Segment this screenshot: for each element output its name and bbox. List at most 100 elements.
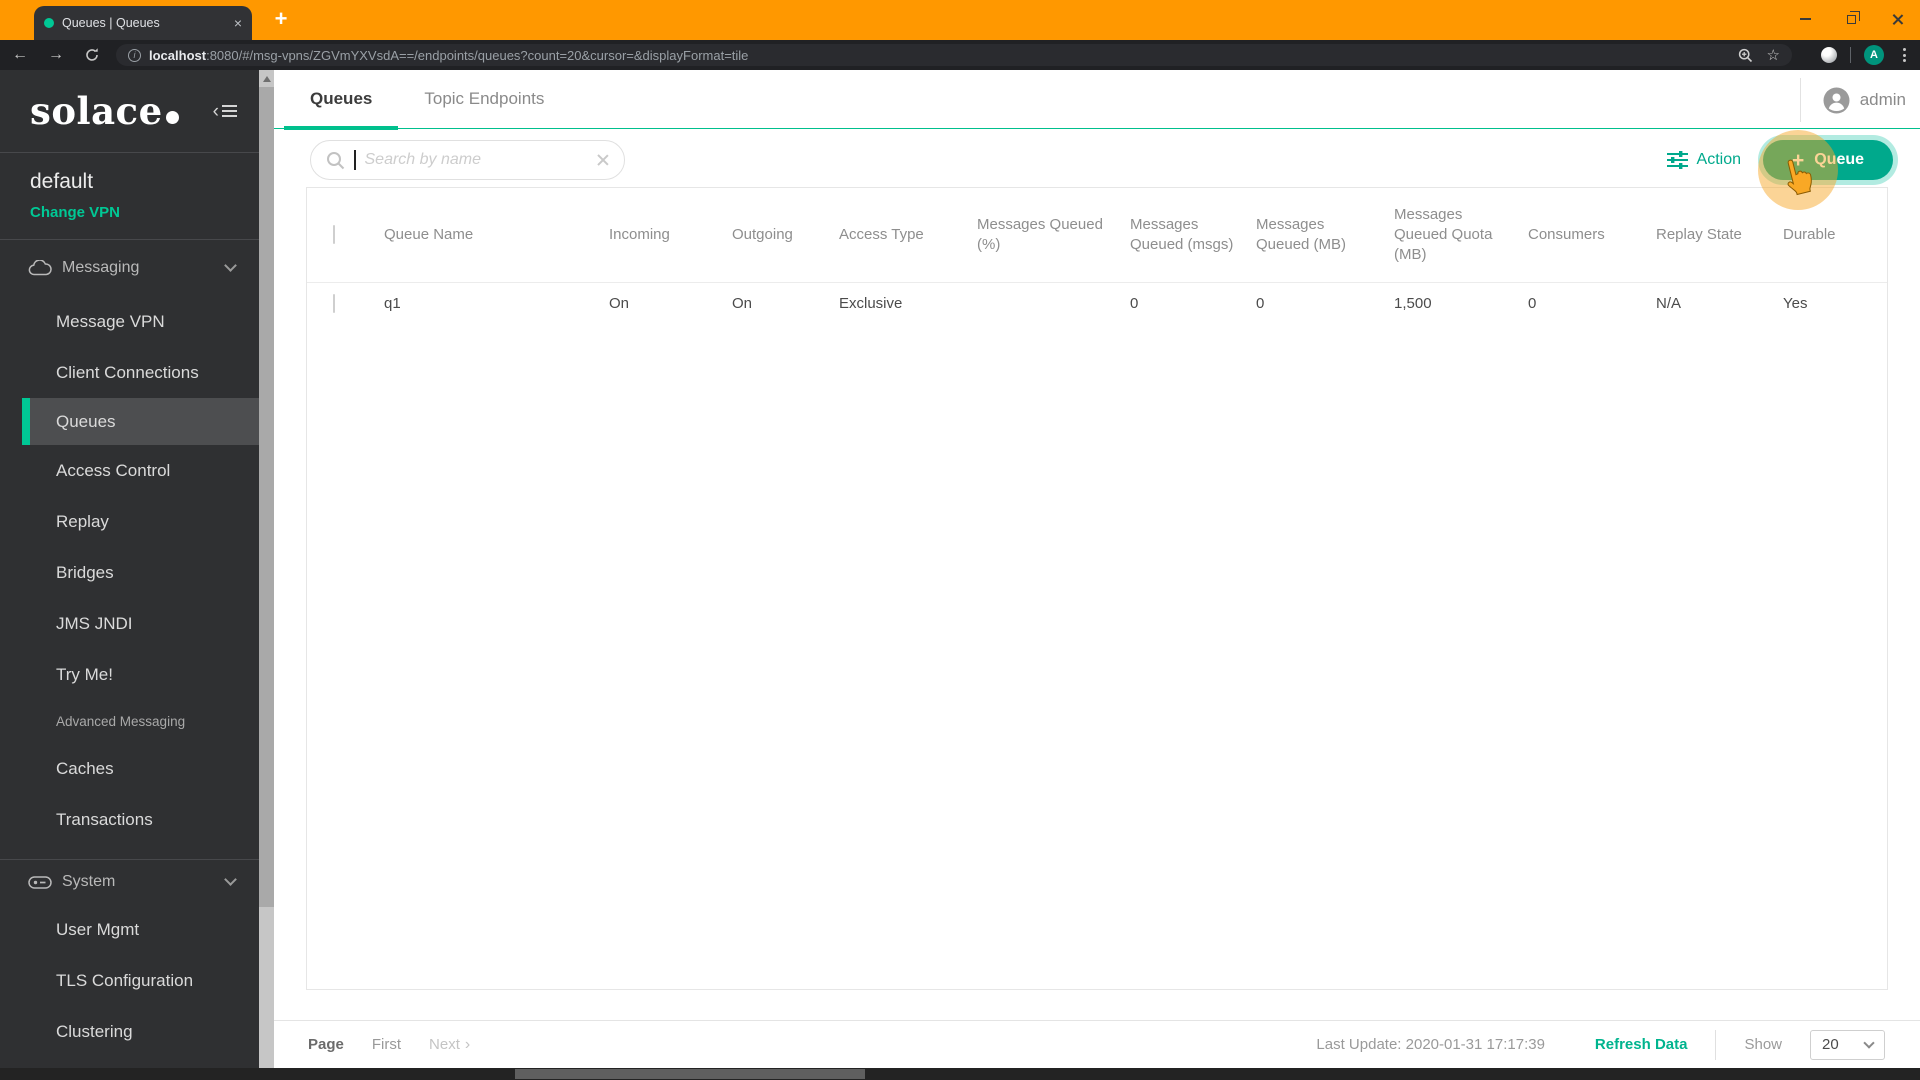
sidebar-item-replay[interactable]: Replay [0, 496, 259, 547]
url-text[interactable]: localhost:8080/#/msg-vpns/ZGVmYXVsdA==/e… [149, 48, 1730, 63]
change-vpn-link[interactable]: Change VPN [30, 204, 235, 221]
chevron-down-icon [224, 873, 237, 886]
col-access-type: Access Type [839, 225, 924, 243]
sidebar-item-transactions[interactable]: Transactions [0, 794, 259, 845]
tab-queues[interactable]: Queues [284, 70, 399, 130]
tab-topic-endpoints[interactable]: Topic Endpoints [398, 70, 570, 128]
col-durable: Durable [1783, 225, 1836, 243]
search-input[interactable] [364, 151, 586, 169]
window-controls [1782, 0, 1920, 38]
first-page-button[interactable]: First [372, 1036, 401, 1053]
sidebar-item-client-connections[interactable]: Client Connections [0, 347, 259, 398]
page-size-select[interactable]: 20 [1810, 1029, 1885, 1060]
sidebar-item-message-vpn[interactable]: Message VPN [0, 296, 259, 347]
app-page: solace ‹ default Change VPN Messaging Me… [0, 70, 1920, 1080]
browser-tabstrip: Queues | Queues × + [0, 0, 1920, 40]
search-icon [327, 151, 345, 169]
browser-menu-icon[interactable] [1897, 48, 1912, 62]
bookmark-star-icon[interactable]: ☆ [1767, 46, 1780, 64]
favicon-icon [44, 18, 54, 28]
close-button[interactable] [1874, 0, 1920, 38]
user-menu[interactable]: admin [1799, 78, 1920, 122]
row-checkbox[interactable] [333, 293, 335, 313]
close-icon [1891, 13, 1904, 26]
sidebar: solace ‹ default Change VPN Messaging Me… [0, 70, 259, 1080]
main-content: Queues Topic Endpoints admin Search by n… [274, 70, 1920, 1080]
sidebar-item-queues[interactable]: Queues [22, 398, 259, 445]
cell-durable: Yes [1783, 294, 1808, 312]
scrollbar-thumb[interactable] [259, 87, 274, 907]
browser-avatar[interactable]: A [1864, 45, 1884, 65]
logo-row: solace ‹ [0, 70, 259, 152]
page-size-value: 20 [1822, 1036, 1839, 1053]
back-icon[interactable]: ← [12, 46, 28, 64]
actions-row: Action + Queue [306, 140, 1893, 180]
sidebar-item-jms-jndi[interactable]: JMS JNDI [0, 598, 259, 649]
browser-tab-title: Queues | Queues [62, 16, 160, 30]
vpn-block: default Change VPN [0, 153, 259, 239]
horizontal-scrollbar-thumb[interactable] [515, 1069, 865, 1079]
horizontal-scrollbar[interactable] [0, 1068, 1920, 1080]
sidebar-collapse-icon[interactable]: ‹ [213, 102, 237, 121]
sidebar-item-tls-configuration[interactable]: TLS Configuration [0, 955, 259, 1006]
forward-icon[interactable]: → [48, 46, 64, 64]
clear-search-icon[interactable] [595, 153, 609, 167]
new-tab-button[interactable]: + [266, 4, 296, 34]
zoom-icon[interactable] [1738, 48, 1753, 63]
sidebar-item-user-mgmt[interactable]: User Mgmt [0, 904, 259, 955]
cloud-icon [28, 260, 52, 276]
cell-replay-state: N/A [1656, 294, 1682, 312]
cell-queue-name[interactable]: q1 [384, 295, 609, 312]
url-bar[interactable]: i localhost:8080/#/msg-vpns/ZGVmYXVsdA==… [116, 44, 1792, 66]
sidebar-item-bridges[interactable]: Bridges [0, 547, 259, 598]
url-path: :8080/#/msg-vpns/ZGVmYXVsdA==/endpoints/… [206, 47, 749, 63]
sidebar-scrollbar[interactable] [259, 70, 274, 1068]
tab-close-icon[interactable]: × [234, 16, 242, 30]
reload-icon[interactable] [84, 47, 100, 63]
sidebar-section-label: Messaging [62, 259, 140, 276]
refresh-data-link[interactable]: Refresh Data [1595, 1036, 1688, 1053]
page-label: Page [308, 1036, 344, 1053]
chevron-down-icon [1863, 1036, 1875, 1049]
sidebar-item-access-control[interactable]: Access Control [0, 445, 259, 496]
sidebar-item-caches[interactable]: Caches [0, 743, 259, 794]
solace-logo: solace [30, 89, 179, 133]
toolbar-divider [1850, 47, 1851, 63]
cell-incoming: On [609, 294, 630, 312]
text-caret [354, 150, 356, 170]
last-update-text: Last Update: 2020-01-31 17:17:39 [1316, 1036, 1545, 1053]
table-row[interactable]: q1 On On Exclusive 0 0 1,500 0 N/A Yes [307, 283, 1887, 323]
footer-divider [1715, 1029, 1717, 1060]
restore-button[interactable] [1828, 0, 1874, 38]
col-messages-queued-pct: Messages Queued (%) [977, 215, 1103, 253]
action-label: Action [1696, 151, 1741, 168]
table-header: Queue Name Incoming Outgoing Access Type… [307, 188, 1887, 283]
person-icon [1823, 87, 1850, 113]
broker-icon [28, 875, 52, 889]
select-all-checkbox[interactable] [333, 224, 335, 244]
sidebar-item-try-me[interactable]: Try Me! [0, 649, 259, 700]
sidebar-item-clustering[interactable]: Clustering [0, 1006, 259, 1057]
add-queue-label: Queue [1814, 151, 1865, 168]
col-queue-name: Queue Name [384, 225, 474, 243]
sidebar-section-system[interactable]: System [0, 860, 259, 904]
site-info-icon[interactable]: i [128, 48, 141, 62]
cell-consumers: 0 [1528, 294, 1537, 312]
add-queue-button[interactable]: + Queue [1763, 140, 1893, 180]
pagination-footer: Page First Next › Last Update: 2020-01-3… [274, 1020, 1920, 1068]
browser-tab[interactable]: Queues | Queues × [34, 6, 252, 40]
col-consumers: Consumers [1528, 225, 1605, 243]
extension-icon[interactable] [1821, 47, 1837, 63]
action-button[interactable]: Action [1666, 151, 1741, 169]
minimize-icon [1799, 18, 1811, 20]
sidebar-section-label: System [62, 873, 116, 890]
col-messages-queued-msgs: Messages Queued (msgs) [1130, 215, 1234, 253]
minimize-button[interactable] [1782, 0, 1828, 38]
next-page-button[interactable]: Next › [429, 1036, 470, 1054]
cell-queued-quota: 1,500 [1394, 294, 1432, 312]
search-box[interactable] [310, 140, 625, 180]
logo-dot [165, 111, 179, 124]
sidebar-section-messaging[interactable]: Messaging [0, 240, 259, 296]
scrollbar-up-arrow[interactable] [262, 76, 271, 82]
col-outgoing: Outgoing [732, 225, 793, 243]
